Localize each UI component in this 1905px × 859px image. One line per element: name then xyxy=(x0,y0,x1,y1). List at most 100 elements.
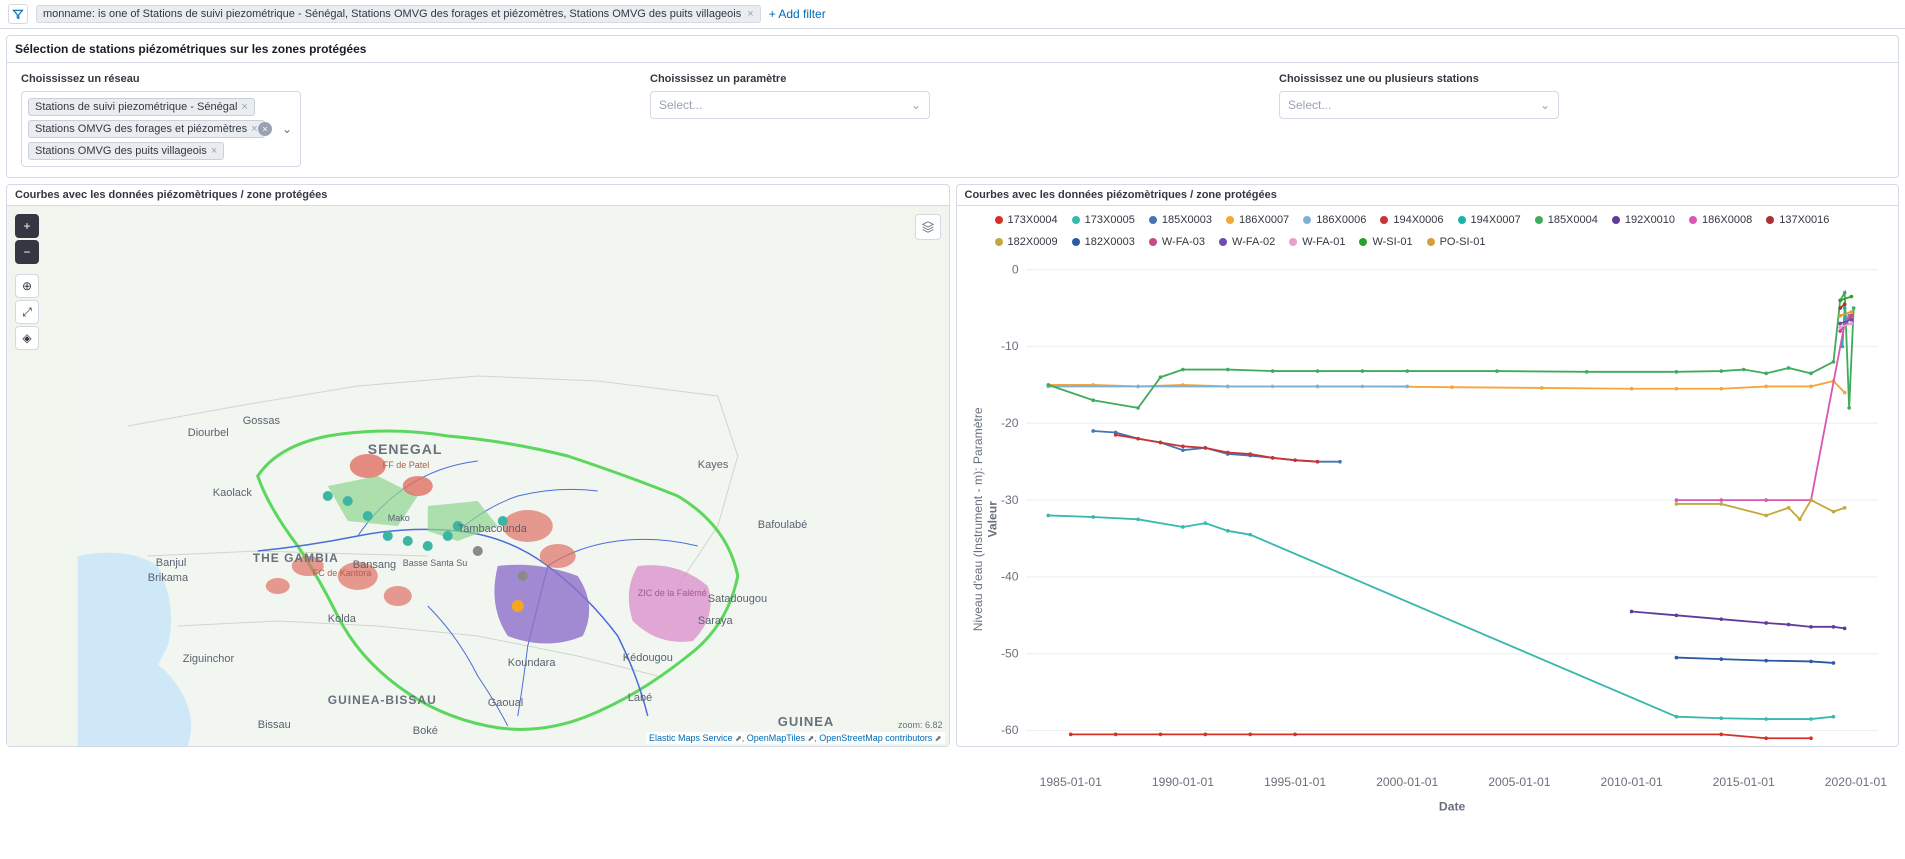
close-icon[interactable]: × xyxy=(211,145,217,157)
legend-item[interactable]: 182X0009 xyxy=(995,236,1058,248)
svg-text:Bafoulabé: Bafoulabé xyxy=(758,519,808,531)
close-icon[interactable]: × xyxy=(241,101,247,113)
chevron-down-icon: ⌄ xyxy=(1540,98,1550,112)
network-tag[interactable]: Stations OMVG des puits villageois× xyxy=(28,142,224,160)
svg-text:Brikama: Brikama xyxy=(148,572,189,584)
legend-item[interactable]: W-FA-02 xyxy=(1219,236,1275,248)
openmaptiles-link[interactable]: OpenMapTiles xyxy=(747,733,805,743)
legend-dot xyxy=(1226,216,1234,224)
legend-dot xyxy=(1303,216,1311,224)
legend-item[interactable]: 185X0003 xyxy=(1149,214,1212,226)
svg-text:SENEGAL: SENEGAL xyxy=(368,441,443,457)
locate-button[interactable]: ⊕ xyxy=(15,274,39,298)
chart-legend: 173X0004 173X0005 185X0003 186X0007 186X0006… xyxy=(965,210,1891,256)
shape-button[interactable]: ◈ xyxy=(15,326,39,350)
network-multiselect[interactable]: Stations de suivi piezométrique - Sénéga… xyxy=(21,91,301,167)
svg-text:Labé: Labé xyxy=(628,692,652,704)
svg-text:Basse Santa Su: Basse Santa Su xyxy=(403,558,468,568)
legend-item[interactable]: 194X0007 xyxy=(1458,214,1521,226)
chevron-down-icon[interactable]: ⌄ xyxy=(282,122,292,136)
legend-item[interactable]: PO-SI-01 xyxy=(1427,236,1486,248)
legend-item[interactable]: 186X0006 xyxy=(1303,214,1366,226)
svg-text:0: 0 xyxy=(1011,262,1018,276)
svg-text:2020-01-01: 2020-01-01 xyxy=(1824,775,1886,789)
legend-item[interactable]: 192X0010 xyxy=(1612,214,1675,226)
svg-text:1990-01-01: 1990-01-01 xyxy=(1151,775,1213,789)
parameter-label: Choississez un paramètre xyxy=(650,73,1255,85)
svg-text:Kaolack: Kaolack xyxy=(213,487,253,499)
legend-dot xyxy=(1359,238,1367,246)
legend-item[interactable]: W-FA-03 xyxy=(1149,236,1205,248)
elastic-maps-link[interactable]: Elastic Maps Service xyxy=(649,733,733,743)
chart-panel: Courbes avec les données piézomètriques … xyxy=(956,184,1900,747)
selection-panel: Sélection de stations piézométriques sur… xyxy=(6,35,1899,178)
svg-text:Satadougou: Satadougou xyxy=(708,593,767,605)
chart-title: Courbes avec les données piézomètriques … xyxy=(957,185,1899,206)
legend-dot xyxy=(1689,216,1697,224)
chart-svg: 0-10-20-30-40-50-601985-01-011990-01-011… xyxy=(965,256,1891,819)
zoom-out-button[interactable]: − xyxy=(15,240,39,264)
selection-panel-title: Sélection de stations piézométriques sur… xyxy=(7,36,1898,63)
zoom-info: zoom: 6.82 xyxy=(898,720,943,730)
clear-all-icon[interactable]: × xyxy=(258,122,272,136)
filter-bar: monname: is one of Stations de suivi pie… xyxy=(0,0,1905,29)
svg-text:Mako: Mako xyxy=(388,513,410,523)
svg-text:-20: -20 xyxy=(1001,416,1019,430)
legend-item[interactable]: W-SI-01 xyxy=(1359,236,1412,248)
svg-text:GUINEA: GUINEA xyxy=(778,714,835,729)
map-panel: Courbes avec les données piézomètriques … xyxy=(6,184,950,747)
legend-item[interactable]: 137X0016 xyxy=(1766,214,1829,226)
svg-text:2010-01-01: 2010-01-01 xyxy=(1600,775,1662,789)
svg-text:-10: -10 xyxy=(1001,339,1019,353)
svg-text:Tambacounda: Tambacounda xyxy=(458,523,528,535)
svg-text:THE GAMBIA: THE GAMBIA xyxy=(253,551,339,565)
svg-text:Kédougou: Kédougou xyxy=(623,652,673,664)
svg-text:FF de Patel: FF de Patel xyxy=(383,460,430,470)
legend-dot xyxy=(1458,216,1466,224)
svg-text:Banjul: Banjul xyxy=(156,557,187,569)
legend-dot xyxy=(1219,238,1227,246)
add-filter-link[interactable]: + Add filter xyxy=(769,7,826,21)
legend-item[interactable]: 186X0007 xyxy=(1226,214,1289,226)
parameter-filter-group: Choississez un paramètre Select... ⌄ xyxy=(650,73,1255,167)
map-container[interactable]: + − ⊕ ⤢ ◈ xyxy=(7,206,949,746)
svg-text:Saraya: Saraya xyxy=(698,615,734,627)
svg-text:Ziguinchor: Ziguinchor xyxy=(183,653,235,665)
svg-text:-40: -40 xyxy=(1001,570,1019,584)
legend-dot xyxy=(1380,216,1388,224)
filter-pill-monname[interactable]: monname: is one of Stations de suivi pie… xyxy=(36,5,761,23)
close-icon[interactable]: × xyxy=(747,8,753,20)
legend-dot xyxy=(1289,238,1297,246)
layers-button[interactable] xyxy=(915,214,941,240)
svg-text:Gaoual: Gaoual xyxy=(488,697,523,709)
legend-item[interactable]: 173X0005 xyxy=(1072,214,1135,226)
zoom-in-button[interactable]: + xyxy=(15,214,39,238)
legend-item[interactable]: 173X0004 xyxy=(995,214,1058,226)
svg-text:Niveau d'eau (Instrument - m):: Niveau d'eau (Instrument - m): Paramètre xyxy=(971,407,985,631)
network-tag[interactable]: Stations de suivi piezométrique - Sénéga… xyxy=(28,98,255,116)
svg-text:Date: Date xyxy=(1438,799,1465,813)
svg-text:2005-01-01: 2005-01-01 xyxy=(1488,775,1550,789)
legend-dot xyxy=(1612,216,1620,224)
legend-item[interactable]: 185X0004 xyxy=(1535,214,1598,226)
svg-text:ZIC de la Falémé: ZIC de la Falémé xyxy=(638,588,707,598)
svg-text:2015-01-01: 2015-01-01 xyxy=(1712,775,1774,789)
legend-item[interactable]: 194X0006 xyxy=(1380,214,1443,226)
parameter-select[interactable]: Select... ⌄ xyxy=(650,91,930,119)
measure-button[interactable]: ⤢ xyxy=(15,300,39,324)
svg-text:FC de Kantora: FC de Kantora xyxy=(313,568,372,578)
close-icon[interactable]: × xyxy=(251,123,257,135)
svg-text:GUINEA-BISSAU: GUINEA-BISSAU xyxy=(328,693,437,707)
stations-select[interactable]: Select... ⌄ xyxy=(1279,91,1559,119)
legend-item[interactable]: W-FA-01 xyxy=(1289,236,1345,248)
network-tag[interactable]: Stations OMVG des forages et piézomètres… xyxy=(28,120,265,138)
legend-dot xyxy=(995,238,1003,246)
osm-link[interactable]: OpenStreetMap contributors xyxy=(819,733,932,743)
svg-text:Valeur: Valeur xyxy=(985,501,999,538)
legend-item[interactable]: 186X0008 xyxy=(1689,214,1752,226)
legend-item[interactable]: 182X0003 xyxy=(1072,236,1135,248)
stations-placeholder: Select... xyxy=(1288,98,1331,112)
svg-text:1995-01-01: 1995-01-01 xyxy=(1263,775,1325,789)
filter-toggle-icon[interactable] xyxy=(8,4,28,24)
svg-text:Kolda: Kolda xyxy=(328,613,357,625)
